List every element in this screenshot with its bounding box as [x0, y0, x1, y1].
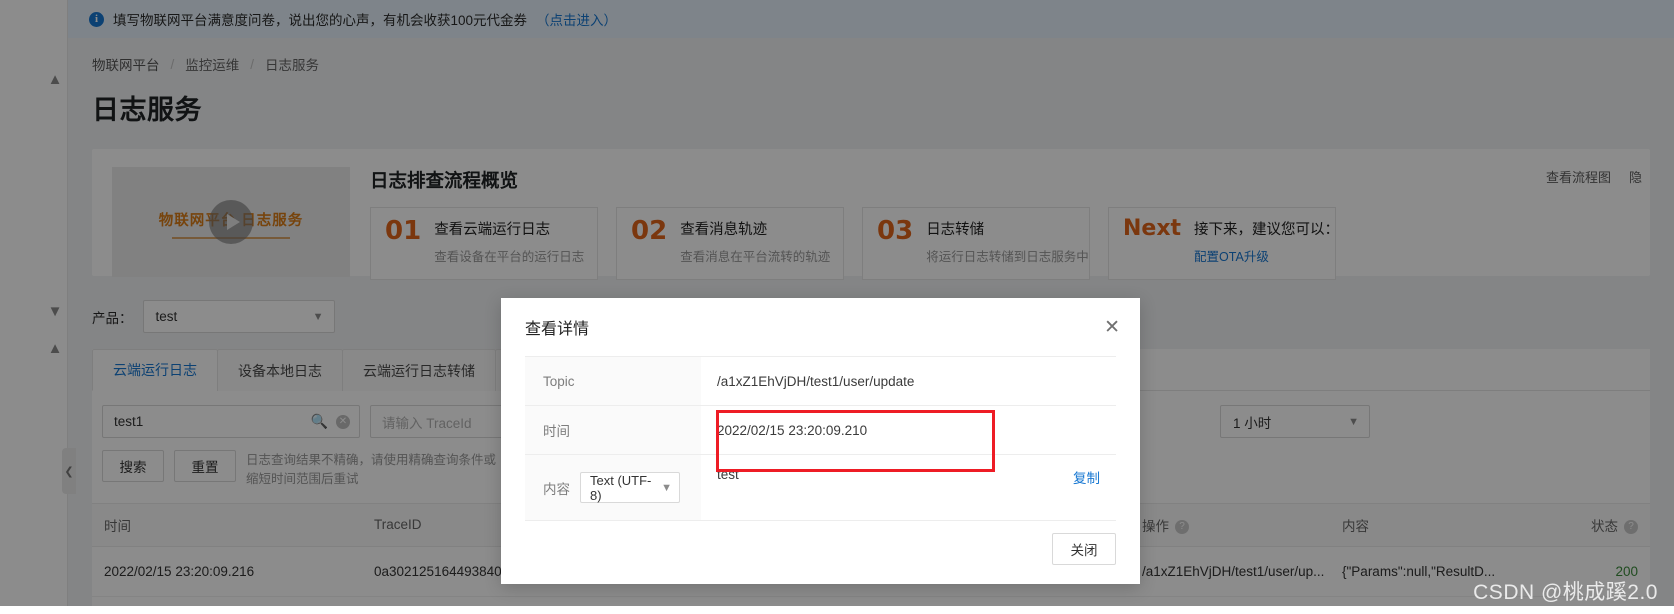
detail-value-time: 2022/02/15 23:20:09.210: [717, 422, 868, 438]
modal-title: 查看详情: [525, 321, 590, 338]
modal-header: 查看详情 ✕: [501, 298, 1140, 356]
detail-label-time: 时间: [525, 406, 701, 454]
chevron-down-icon: ▼: [661, 481, 672, 494]
close-icon[interactable]: ✕: [1104, 318, 1120, 337]
detail-row-time: 时间 2022/02/15 23:20:09.210: [525, 406, 1116, 455]
detail-content-value: test: [717, 467, 739, 482]
detail-table: Topic /a1xZ1EhVjDH/test1/user/update 时间 …: [525, 356, 1116, 521]
view-detail-modal: 查看详情 ✕ Topic /a1xZ1EhVjDH/test1/user/upd…: [501, 298, 1140, 584]
app-root: ▲ ▼ ▲ ❮ i 填写物联网平台满意度问卷，说出您的心声，有机会收获100元代…: [0, 0, 1674, 614]
encoding-select[interactable]: Text (UTF-8) ▼: [580, 472, 680, 503]
detail-label-topic: Topic: [525, 357, 701, 405]
detail-value-topic: /a1xZ1EhVjDH/test1/user/update: [717, 373, 915, 389]
modal-footer: 关闭: [501, 514, 1140, 584]
watermark: CSDN @桃成蹊2.0: [1473, 581, 1658, 604]
encoding-select-value: Text (UTF-8): [590, 472, 652, 503]
detail-row-content: 内容 Text (UTF-8) ▼ test 复制: [525, 455, 1116, 521]
detail-content-cell: test 复制: [701, 455, 1116, 520]
copy-link[interactable]: 复制: [1073, 467, 1100, 487]
close-button[interactable]: 关闭: [1052, 533, 1116, 565]
detail-label-content: 内容 Text (UTF-8) ▼: [525, 455, 701, 520]
bottom-strip: [0, 606, 1674, 614]
detail-row-topic: Topic /a1xZ1EhVjDH/test1/user/update: [525, 357, 1116, 406]
detail-label-content-text: 内容: [543, 481, 570, 497]
